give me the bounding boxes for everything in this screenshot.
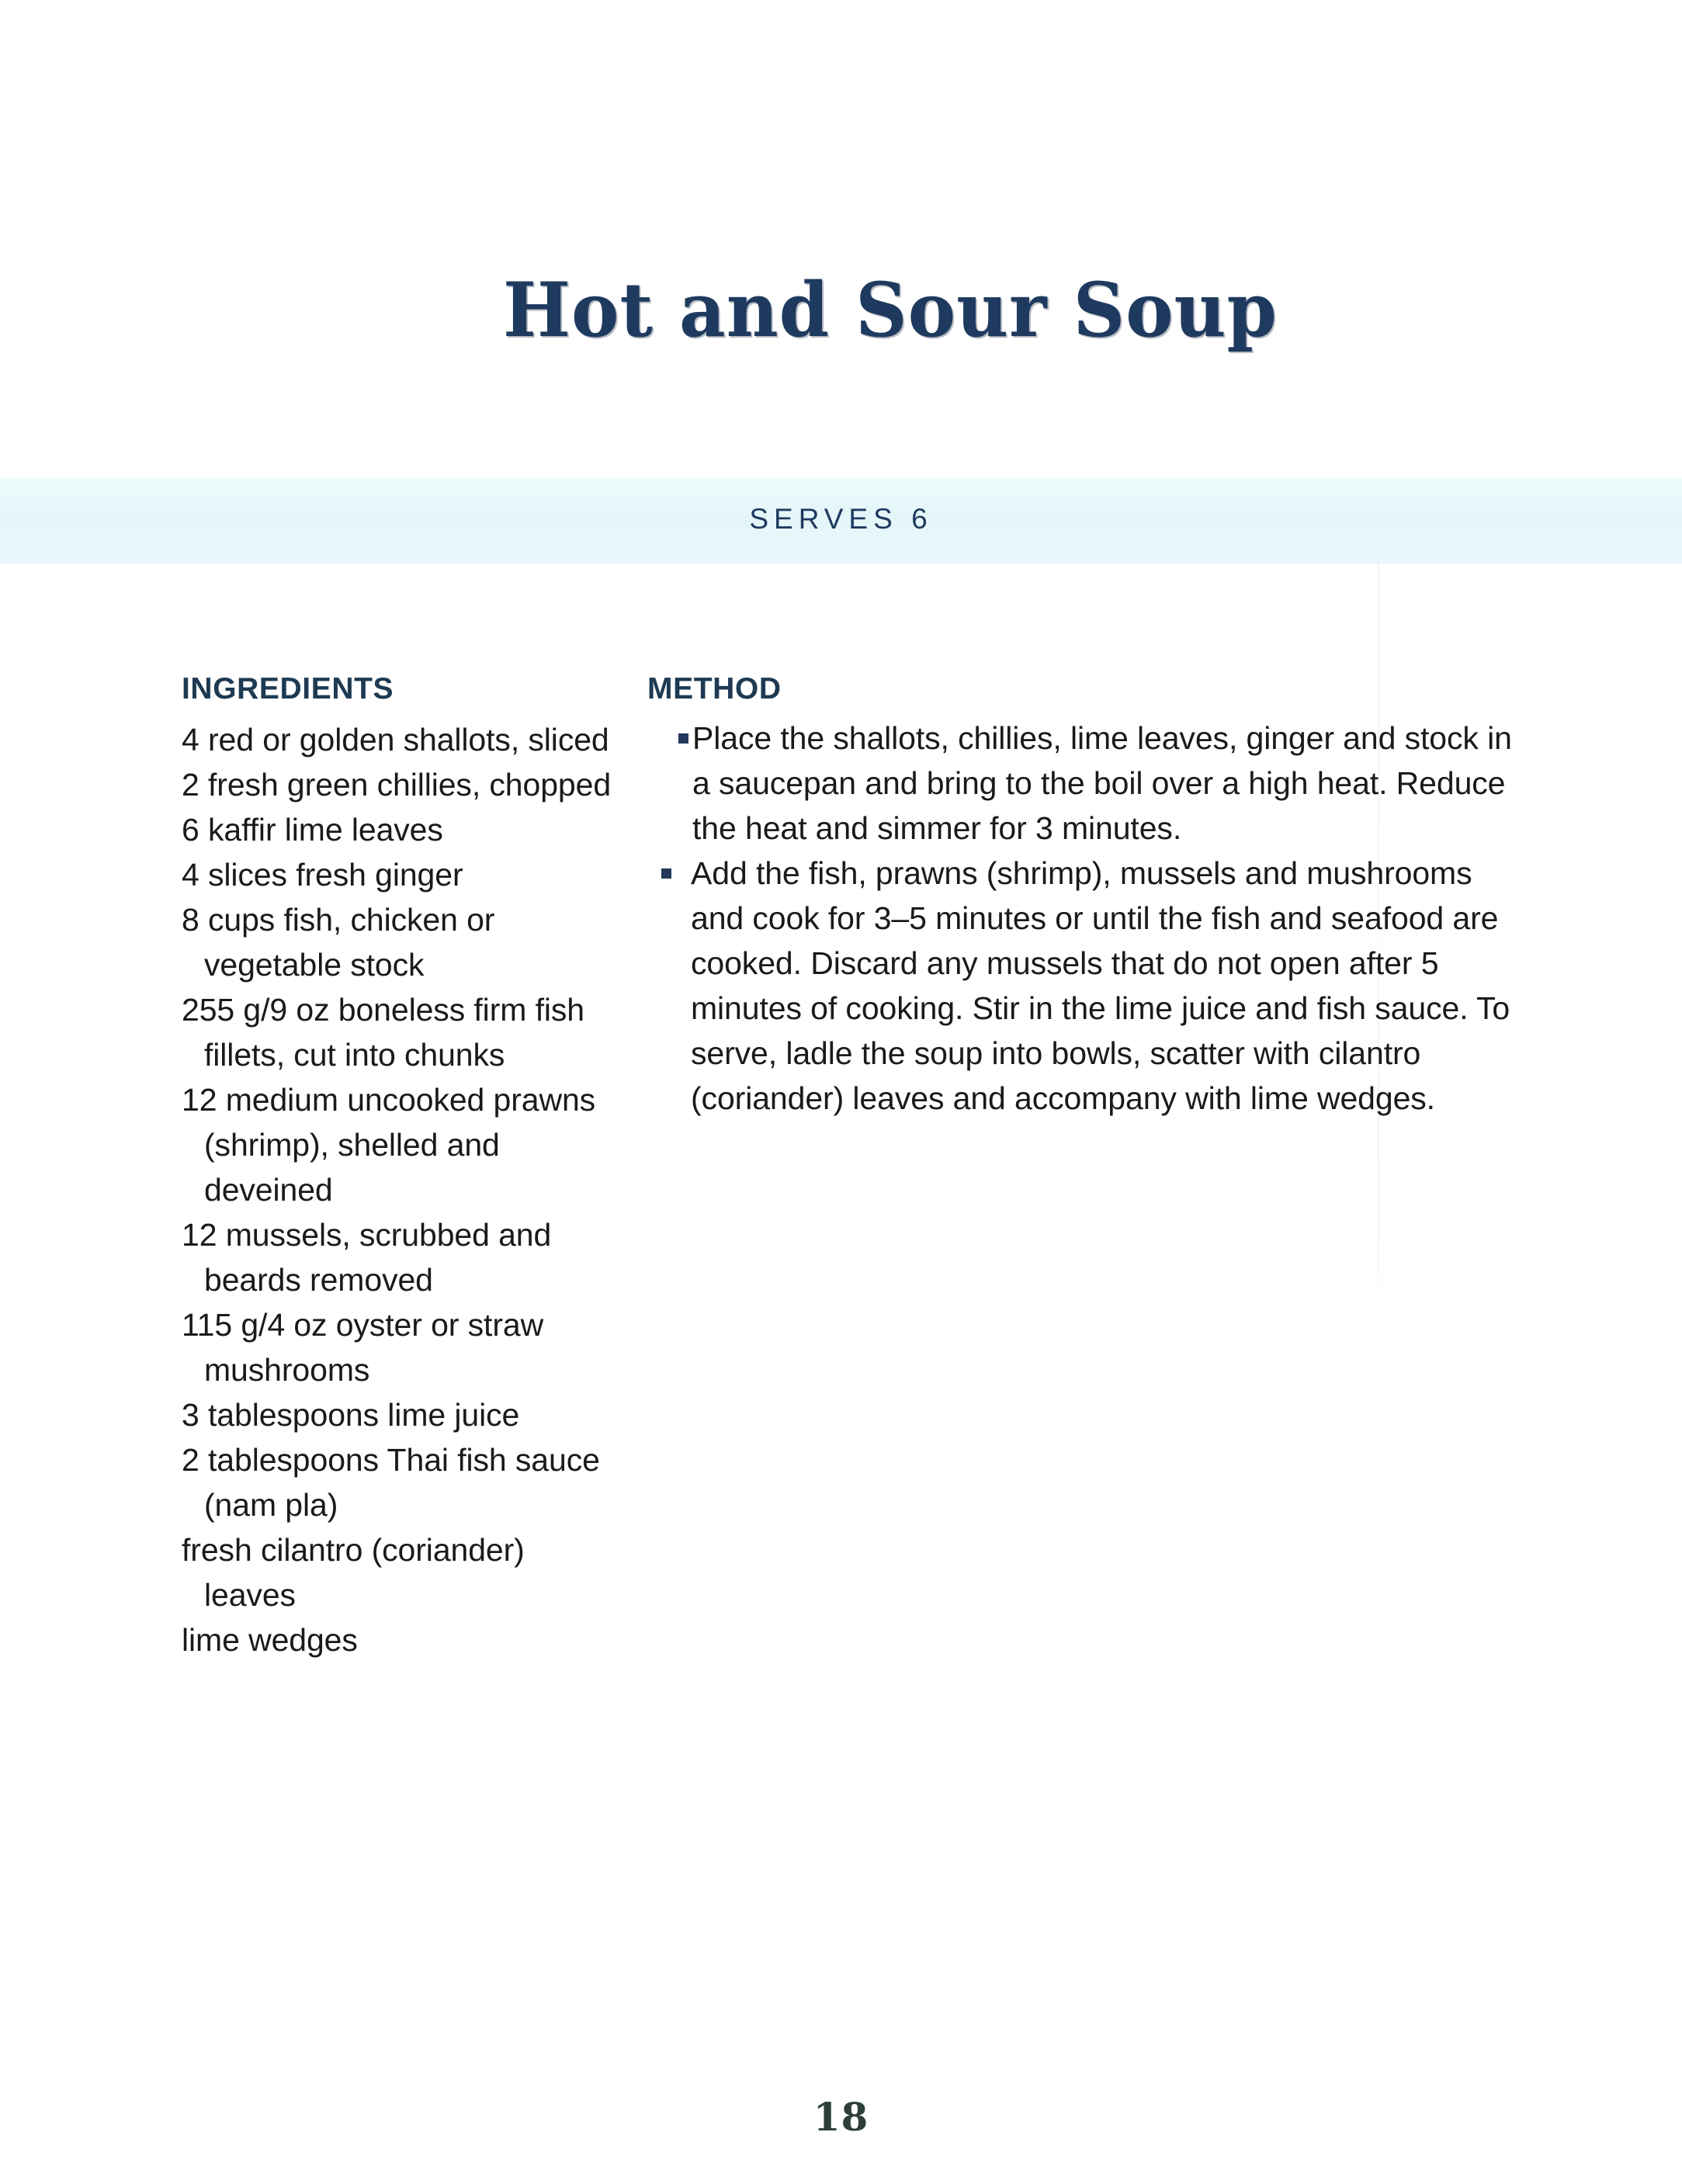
bullet-square-icon [678,733,688,744]
method-step: Add the fish, prawns (shrimp), mussels a… [647,851,1524,1121]
ingredients-heading: INGREDIENTS [182,672,394,705]
ingredient-item: lime wedges [182,1622,358,1658]
ingredient-item: 115 g/4 oz oyster or straw mushrooms [182,1307,544,1388]
method-steps-list: Place the shallots, chillies, lime leave… [647,716,1524,1121]
ingredient-item: 6 kaffir lime leaves [182,812,443,848]
recipe-page: Hot and Sour Soup SERVES 6 INGREDIENTS 4… [0,0,1682,2184]
bullet-square-icon [661,868,671,879]
ingredient-item: 255 g/9 oz boneless firm fish fillets, c… [182,992,584,1073]
ingredient-item: 8 cups fish, chicken or vegetable stock [182,902,495,983]
page-number: 18 [813,2094,869,2140]
method-heading: METHOD [647,672,782,705]
method-step-text: Place the shallots, chillies, lime leave… [692,720,1512,846]
ingredients-section: INGREDIENTS 4 red or golden shallots, sl… [182,672,616,1662]
method-step-text: Add the fish, prawns (shrimp), mussels a… [691,855,1510,1116]
ingredient-item: fresh cilantro (coriander) leaves [182,1532,525,1613]
ingredient-item: 3 tablespoons lime juice [182,1397,520,1433]
method-section: METHOD Place the shallots, chillies, lim… [647,672,1524,1121]
method-step: Place the shallots, chillies, lime leave… [647,716,1524,851]
ingredient-item: 12 mussels, scrubbed and beards removed [182,1217,552,1298]
ingredient-item: 2 fresh green chillies, chopped [182,767,612,803]
ingredient-item: 4 slices fresh ginger [182,857,463,893]
ingredient-item: 12 medium uncooked prawns (shrimp), shel… [182,1082,596,1208]
ingredient-item: 4 red or golden shallots, sliced [182,722,609,757]
ingredients-list: 4 red or golden shallots, sliced 2 fresh … [182,717,616,1662]
ingredient-item: 2 tablespoons Thai fish sauce (nam pla) [182,1442,600,1523]
serves-label: SERVES 6 [749,503,933,535]
page-title: Hot and Sour Soup [503,266,1278,355]
